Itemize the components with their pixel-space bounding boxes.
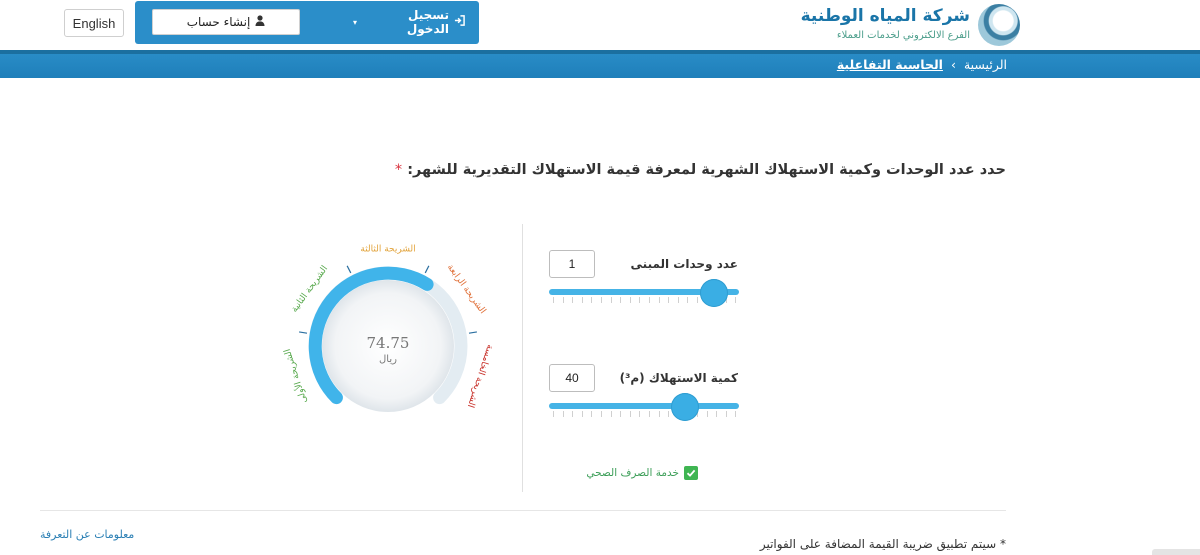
vertical-divider (522, 224, 523, 492)
gauge-band-label: الشريحة الخامسة (465, 343, 495, 409)
slider-tick (639, 411, 641, 417)
slider-tick (629, 411, 631, 417)
nav-strip-top-line (0, 50, 1200, 54)
slider-tick (572, 297, 574, 303)
breadcrumb-home-link[interactable]: الرئيسية (964, 57, 1007, 72)
slider-tick (735, 411, 737, 417)
login-icon (454, 15, 465, 29)
consumption-gauge: الشريحة الأولىالشريحة الثانيةالشريحة الث… (281, 245, 495, 412)
slider-tick (601, 297, 602, 303)
gauge-band-label: الشريحة الثالثة (360, 245, 415, 255)
sewage-checkbox[interactable] (684, 466, 698, 480)
units-input[interactable] (549, 250, 595, 278)
site-header: شركة المياه الوطنية الفرع الالكتروني لخد… (0, 0, 1200, 50)
chevron-down-icon: ▾ (353, 17, 358, 27)
register-button[interactable]: إنشاء حساب (152, 9, 300, 35)
slider-tick (553, 297, 554, 303)
language-switch-button[interactable]: English (64, 9, 124, 37)
slider-tick (591, 297, 593, 303)
slider-tick (581, 297, 583, 303)
consumption-slider[interactable] (549, 392, 739, 421)
slider-tick (649, 411, 650, 417)
slider-tick (620, 411, 622, 417)
heading-text: حدد عدد الوحدات وكمية الاستهلاك الشهرية … (407, 162, 1006, 178)
logo-subtitle: الفرع الالكتروني لخدمات العملاء (836, 30, 970, 41)
gauge-band-tick (468, 331, 477, 334)
consumption-slider-track (549, 403, 739, 409)
user-icon (255, 15, 265, 29)
company-logo[interactable]: شركة المياه الوطنية الفرع الالكتروني لخد… (801, 4, 1020, 46)
slider-tick (735, 297, 737, 303)
slider-tick (581, 411, 583, 417)
slider-tick (610, 297, 612, 303)
gauge-unit: ريال (379, 354, 397, 365)
gauge-band-tick (346, 265, 352, 274)
slider-tick (677, 297, 679, 303)
units-slider-thumb[interactable] (699, 279, 728, 307)
units-slider[interactable] (549, 278, 739, 307)
auth-panel: تسجيل الدخول ▾ إنشاء حساب (135, 1, 479, 44)
slider-tick (620, 297, 622, 303)
slider-tick (658, 297, 660, 303)
feedback-tab[interactable] (1152, 549, 1200, 555)
slider-tick (591, 411, 593, 417)
logo-emblem-icon (978, 4, 1020, 46)
slider-tick (601, 411, 602, 417)
breadcrumb-separator-icon: › (950, 56, 956, 72)
sewage-checkbox-label: خدمة الصرف الصحي (586, 467, 679, 479)
units-label: عدد وحدات المبنى (630, 257, 738, 271)
vat-note: * سيتم تطبيق ضريبة القيمة المضافة على ال… (759, 537, 1006, 551)
tariff-info-link[interactable]: معلومات عن التعرفة (40, 528, 134, 541)
check-icon (686, 469, 696, 477)
slider-tick (610, 411, 612, 417)
slider-tick (725, 411, 727, 417)
login-dropdown-button[interactable]: تسجيل الدخول ▾ (353, 8, 465, 36)
gauge-value: 74.75 (366, 334, 410, 352)
slider-tick (562, 411, 564, 417)
calculator-heading: حدد عدد الوحدات وكمية الاستهلاك الشهرية … (395, 162, 1006, 178)
slider-tick (649, 297, 650, 303)
slider-tick (572, 411, 574, 417)
slider-tick (553, 411, 554, 417)
logo-company-name: شركة المياه الوطنية (800, 6, 970, 26)
footer-divider (40, 510, 1006, 511)
breadcrumb-current[interactable]: الحاسبة التفاعلية (837, 57, 943, 72)
login-label: تسجيل الدخول (406, 8, 449, 36)
slider-tick (697, 297, 698, 303)
register-label: إنشاء حساب (186, 15, 251, 29)
nav-strip (0, 50, 1200, 78)
slider-tick (629, 297, 631, 303)
slider-tick (668, 297, 670, 303)
gauge-band-label: الشريحة الأولى (281, 347, 310, 404)
consumption-label: كمية الاستهلاك (م³) (619, 371, 738, 385)
slider-tick (706, 411, 708, 417)
slider-tick (639, 297, 641, 303)
slider-tick (658, 411, 660, 417)
slider-tick (668, 411, 670, 417)
slider-tick (716, 411, 718, 417)
slider-tick (562, 297, 564, 303)
breadcrumb: الرئيسية › الحاسبة التفاعلية (837, 54, 1007, 74)
slider-tick (687, 297, 689, 303)
consumption-slider-thumb[interactable] (670, 393, 699, 421)
gauge-band-tick (299, 331, 308, 334)
required-marker: * (394, 162, 403, 178)
sewage-service-option[interactable]: خدمة الصرف الصحي (586, 466, 698, 480)
consumption-input[interactable] (549, 364, 595, 392)
gauge-band-tick (424, 265, 430, 274)
